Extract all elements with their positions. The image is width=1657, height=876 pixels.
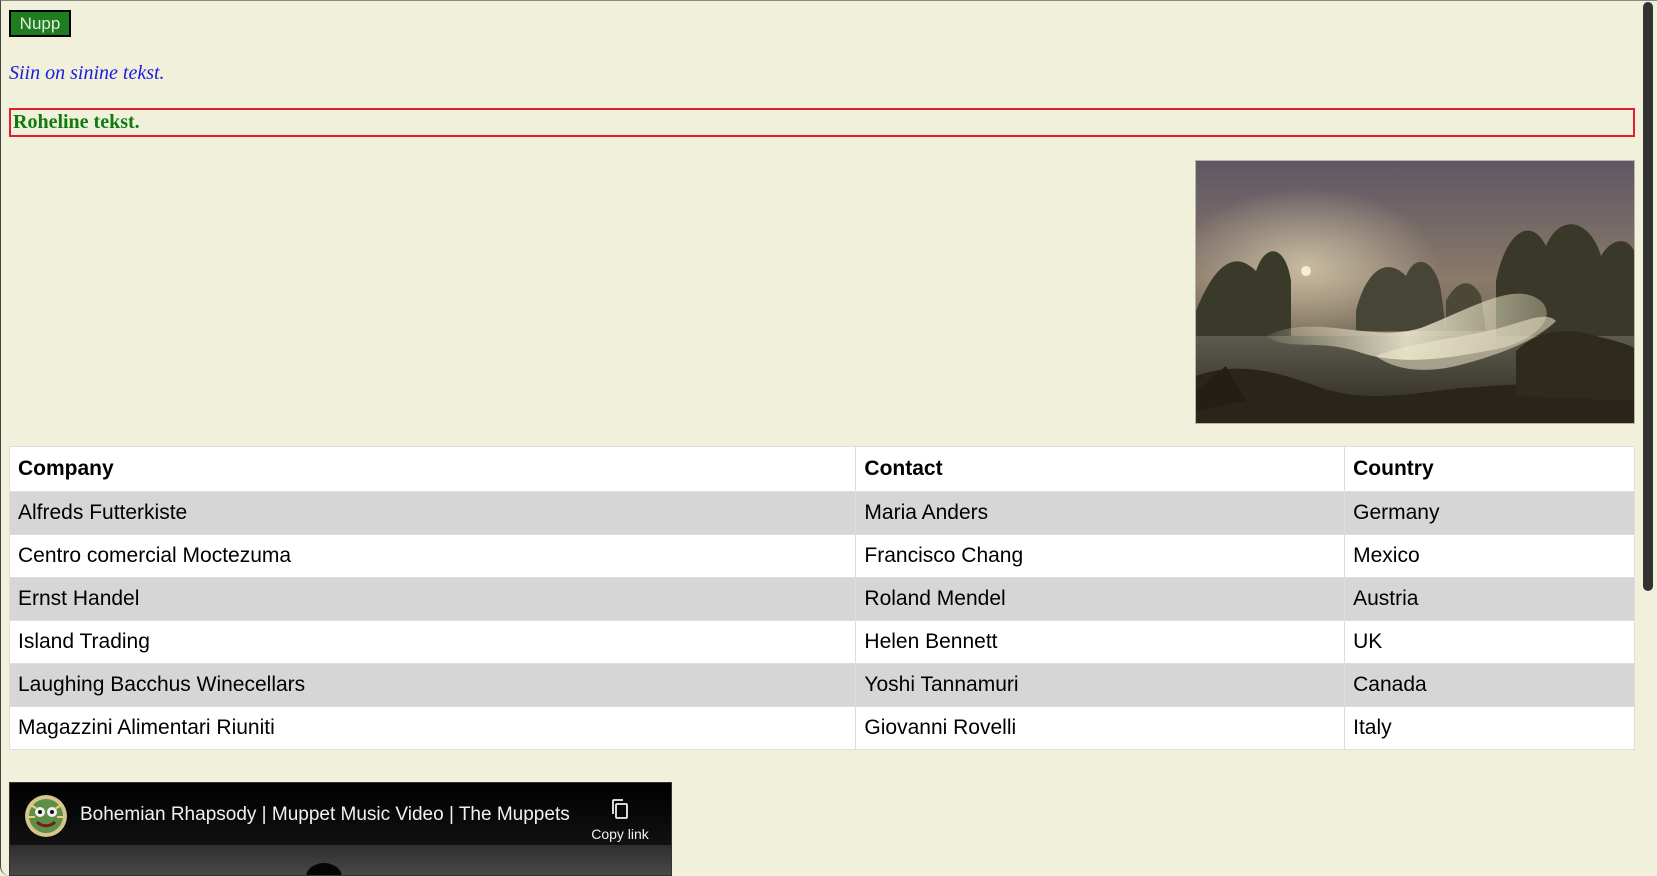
country-cell: Canada [1344,663,1635,707]
page: Nupp Siin on sinine tekst. Roheline teks… [0,0,1640,876]
nupp-button[interactable]: Nupp [9,10,71,37]
youtube-video-embed[interactable]: Bohemian Rhapsody | Muppet Music Video |… [9,782,672,876]
company-cell: Ernst Handel [8,577,857,621]
copy-link-label: Copy link [591,826,649,842]
moonlit-landscape-painting [1195,160,1635,424]
green-text-box: Roheline tekst. [9,108,1635,137]
table-header-row: Company Contact Country [8,446,1635,492]
country-cell: Germany [1344,491,1635,535]
copy-link-button[interactable]: Copy link [580,797,660,843]
video-title[interactable]: Bohemian Rhapsody | Muppet Music Video |… [80,800,580,830]
contact-cell: Giovanni Rovelli [855,706,1346,750]
copy-icon [612,799,628,819]
table-row: Ernst Handel Roland Mendel Austria [8,577,1635,621]
blue-text-paragraph: Siin on sinine tekst. [9,62,165,84]
column-header-company: Company [8,446,857,492]
table-row: Island Trading Helen Bennett UK [8,620,1635,664]
scrollbar-thumb[interactable] [1643,2,1653,591]
contact-cell: Maria Anders [855,491,1346,535]
painting-image [1196,161,1634,423]
table-row: Magazzini Alimentari Riuniti Giovanni Ro… [8,706,1635,750]
country-cell: UK [1344,620,1635,664]
country-cell: Italy [1344,706,1635,750]
column-header-country: Country [1344,446,1635,492]
contact-cell: Helen Bennett [855,620,1346,664]
company-cell: Alfreds Futterkiste [8,491,857,535]
muppets-channel-avatar-icon[interactable] [25,795,67,837]
company-cell: Laughing Bacchus Winecellars [8,663,857,707]
country-cell: Mexico [1344,534,1635,578]
company-cell: Magazzini Alimentari Riuniti [8,706,857,750]
companies-table: Company Contact Country Alfreds Futterki… [8,446,1635,750]
table-row: Centro comercial Moctezuma Francisco Cha… [8,534,1635,578]
table-row: Alfreds Futterkiste Maria Anders Germany [8,491,1635,535]
contact-cell: Roland Mendel [855,577,1346,621]
column-header-contact: Contact [855,446,1346,492]
table-row: Laughing Bacchus Winecellars Yoshi Tanna… [8,663,1635,707]
contact-cell: Francisco Chang [855,534,1346,578]
country-cell: Austria [1344,577,1635,621]
company-cell: Centro comercial Moctezuma [8,534,857,578]
contact-cell: Yoshi Tannamuri [855,663,1346,707]
vertical-scrollbar[interactable] [1640,0,1657,876]
company-cell: Island Trading [8,620,857,664]
